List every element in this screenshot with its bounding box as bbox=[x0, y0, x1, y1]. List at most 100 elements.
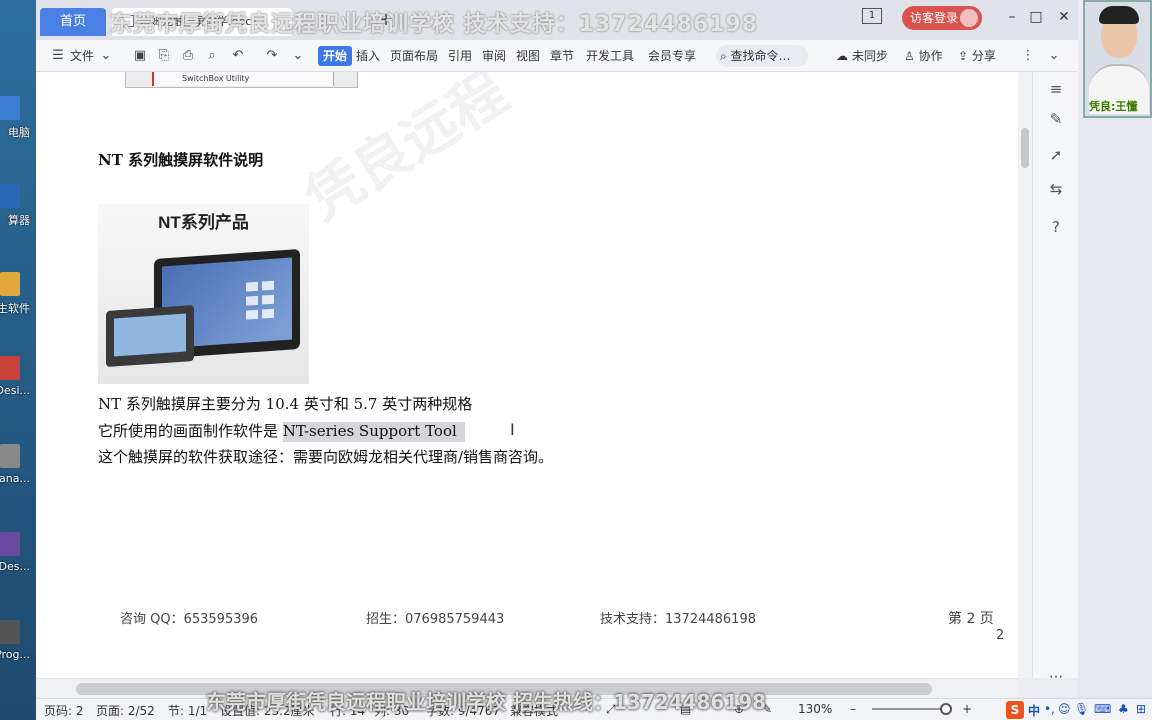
more-options-icon[interactable]: ⋮ bbox=[1020, 48, 1036, 64]
cloud-icon: ☁ bbox=[836, 49, 852, 63]
tab-start[interactable]: 开始 bbox=[318, 46, 352, 66]
avatar-icon bbox=[960, 9, 978, 27]
chevron-down-icon[interactable]: ⌄ bbox=[98, 48, 114, 64]
desktop-icon-label: Desi... bbox=[0, 384, 30, 397]
menu-lines-icon[interactable]: ≡ bbox=[1047, 80, 1065, 98]
more-dots-icon[interactable]: ··· bbox=[1047, 668, 1065, 686]
pointer-icon[interactable]: ➚ bbox=[1047, 146, 1065, 164]
share-label: 分享 bbox=[971, 49, 996, 63]
ime-mode[interactable]: 中 bbox=[1028, 702, 1040, 719]
product-image-title: NT系列产品 bbox=[158, 213, 249, 232]
hmi-key bbox=[262, 308, 274, 319]
text-cursor-icon: I bbox=[510, 420, 515, 439]
faded-tool-icon[interactable]: ⇆ bbox=[1047, 180, 1065, 198]
selected-text[interactable]: NT-series Support Tool bbox=[282, 422, 465, 442]
switchbox-caption: SwitchBox Utility bbox=[152, 72, 334, 86]
product-image: NT系列产品 bbox=[98, 204, 309, 384]
ribbon-toolbar: ☰ 文件 ⌄ ▣ ⎘ ⎙ ⌕ ↶ ↷ ⌄ 开始 插入 页面布局 引用 审阅 视图… bbox=[36, 40, 1078, 72]
microphone-icon[interactable]: 🎙 bbox=[1074, 702, 1089, 716]
calculator-icon bbox=[0, 184, 20, 208]
keyboard-icon[interactable]: ⌨ bbox=[1094, 702, 1111, 716]
footer-page-number: 2 bbox=[996, 628, 1005, 643]
paragraph-line-1: NT 系列触摸屏主要分为 10.4 英寸和 5.7 英寸两种规格 bbox=[98, 395, 473, 413]
collapse-ribbon-icon[interactable]: ⌄ bbox=[1046, 48, 1062, 64]
app-icon bbox=[0, 444, 20, 468]
collab-button[interactable]: ♙ 协作 bbox=[904, 47, 943, 65]
maximize-button[interactable]: □ bbox=[1024, 6, 1048, 28]
tab-chapter[interactable]: 章节 bbox=[550, 47, 574, 65]
desktop-icon-label: 算器 bbox=[8, 214, 30, 227]
ime-punct-icon[interactable]: •, bbox=[1044, 702, 1055, 716]
footer-page: 第 2 页 bbox=[948, 611, 994, 627]
help-icon[interactable]: ? bbox=[1047, 218, 1065, 236]
desktop-icon-label: 生软件 bbox=[0, 302, 30, 315]
status-section: 节: 1/1 bbox=[168, 704, 208, 718]
switchbox-image: SwitchBox Utility bbox=[125, 72, 358, 88]
app-icon bbox=[0, 532, 20, 556]
ime-emoji-icon[interactable]: ☺ bbox=[1058, 702, 1071, 716]
menu-icon[interactable]: ☰ bbox=[50, 48, 66, 64]
command-search[interactable]: ⌕ 查找命令… bbox=[716, 45, 808, 67]
paragraph-line-2-prefix: 它所使用的画面制作软件是 bbox=[98, 422, 283, 440]
tab-page-layout[interactable]: 页面布局 bbox=[390, 47, 438, 65]
more-chevron-icon[interactable]: ⌄ bbox=[290, 48, 306, 64]
app-icon bbox=[0, 620, 20, 644]
right-tool-panel: ≡ ✎ ➚ ⇆ ? ··· bbox=[1032, 72, 1078, 686]
tab-view[interactable]: 视图 bbox=[516, 47, 540, 65]
print-icon[interactable]: ⎙ bbox=[180, 48, 196, 64]
tab-insert[interactable]: 插入 bbox=[356, 47, 380, 65]
desktop-icon-label: Des... bbox=[0, 560, 30, 573]
window-counter[interactable]: 1 bbox=[862, 8, 882, 24]
zoom-slider-handle[interactable] bbox=[940, 703, 952, 715]
skin-icon[interactable]: ♣ bbox=[1118, 702, 1129, 716]
desktop-icon-calculator[interactable]: 算器 bbox=[0, 184, 36, 244]
paragraph-line-3: 这个触摸屏的软件获取途径：需要向欧姆龙相关代理商/销售商咨询。 bbox=[98, 448, 554, 466]
file-menu[interactable]: 文件 bbox=[70, 47, 94, 65]
overlay-banner-top: 东莞市厚街凭良远程职业培训学校 技术支持：13724486198 bbox=[110, 12, 759, 37]
tab-review[interactable]: 审阅 bbox=[482, 47, 506, 65]
computer-icon bbox=[0, 96, 20, 120]
desktop-icon-software[interactable]: 生软件 bbox=[0, 272, 36, 332]
vertical-scroll-thumb[interactable] bbox=[1021, 128, 1029, 168]
status-page-code[interactable]: 页码: 2 bbox=[44, 702, 84, 719]
status-page[interactable]: 页面: 2/52 bbox=[96, 702, 155, 719]
search-icon: ⌕ bbox=[720, 49, 731, 63]
redo-icon[interactable]: ↷ bbox=[264, 48, 280, 64]
hmi-key bbox=[262, 280, 274, 291]
app-icon bbox=[0, 356, 20, 380]
desktop-icon-manager[interactable]: Mana... bbox=[0, 444, 36, 504]
footer-qq: 咨询 QQ：653595396 bbox=[120, 612, 259, 627]
tab-references[interactable]: 引用 bbox=[448, 47, 472, 65]
zoom-out-icon[interactable]: – bbox=[850, 702, 856, 716]
share-button[interactable]: ⇪ 分享 bbox=[958, 47, 996, 65]
minimize-button[interactable]: – bbox=[1000, 6, 1024, 28]
tab-home[interactable]: 首页 bbox=[40, 8, 106, 36]
visitor-login-label: 访客登录 bbox=[910, 11, 959, 25]
zoom-level[interactable]: 130% bbox=[798, 702, 832, 716]
visitor-login-button[interactable]: 访客登录 bbox=[902, 6, 982, 30]
desktop-icon-designer[interactable]: Des... bbox=[0, 532, 36, 592]
desktop-icon-label: Prog... bbox=[0, 648, 30, 661]
sync-status[interactable]: ☁ 未同步 bbox=[836, 47, 888, 65]
footer-support: 技术支持：13724486198 bbox=[600, 612, 756, 627]
close-button[interactable]: ✕ bbox=[1052, 6, 1076, 28]
desktop-icon-computer[interactable]: 电脑 bbox=[0, 96, 36, 156]
desktop-icon-label: Mana... bbox=[0, 472, 30, 485]
tab-developer[interactable]: 开发工具 bbox=[586, 47, 634, 65]
vertical-scrollbar[interactable] bbox=[1018, 72, 1032, 678]
settings-grid-icon[interactable]: ⊞ bbox=[1136, 702, 1146, 716]
footer-enroll: 招生：076985759443 bbox=[366, 612, 505, 627]
edit-pen-icon[interactable]: ✎ bbox=[1047, 110, 1065, 128]
print-preview-icon[interactable]: ⌕ bbox=[204, 48, 220, 64]
tab-member[interactable]: 会员专享 bbox=[648, 47, 696, 65]
desktop-icon-program[interactable]: Prog... bbox=[0, 620, 36, 680]
format-painter-icon[interactable]: ⎘ bbox=[156, 48, 172, 64]
hmi-small-illustration bbox=[106, 304, 194, 368]
save-icon[interactable]: ▣ bbox=[132, 48, 148, 64]
undo-icon[interactable]: ↶ bbox=[230, 48, 246, 64]
collab-label: 协作 bbox=[918, 49, 943, 63]
desktop-icon-design[interactable]: Desi... bbox=[0, 356, 36, 416]
ime-logo-icon[interactable]: S bbox=[1006, 701, 1024, 719]
zoom-in-icon[interactable]: + bbox=[962, 702, 972, 716]
document-page[interactable]: 凭良远程 SwitchBox Utility NT 系列触摸屏软件说明 NT系列… bbox=[36, 72, 1018, 678]
